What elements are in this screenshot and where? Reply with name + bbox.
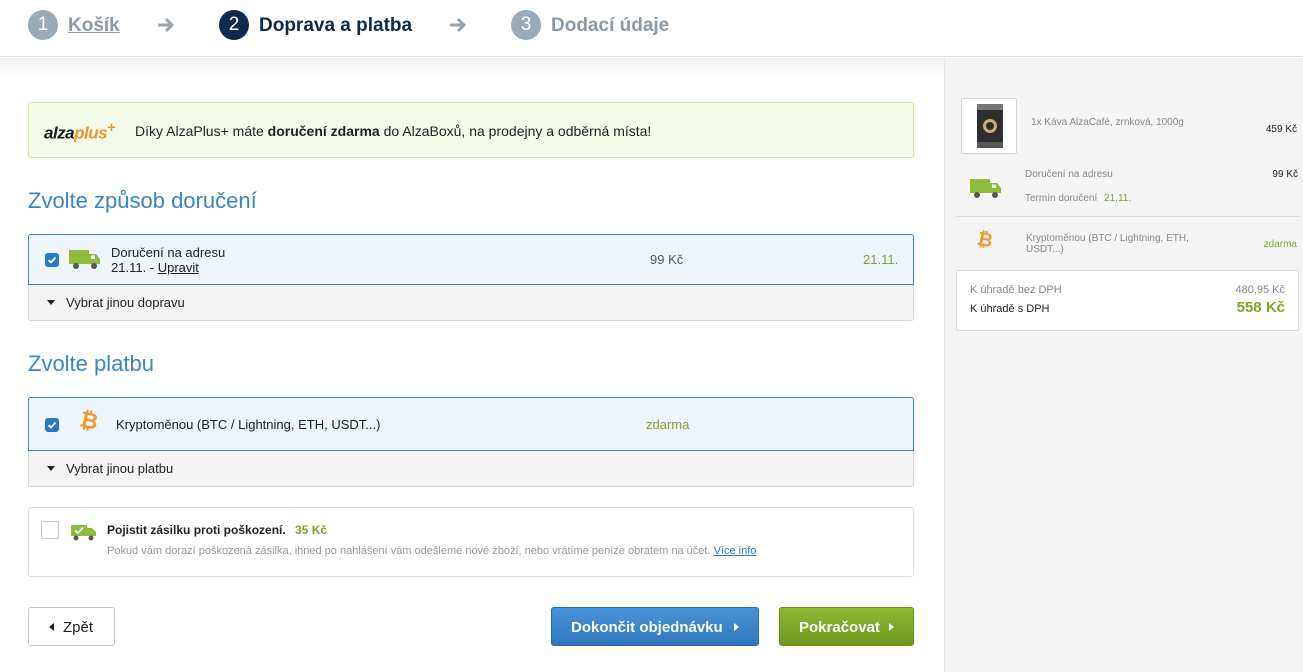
step-2-label: Doprava a platba <box>259 15 413 36</box>
checkout-steps: 1 Košík 2 Doprava a platba 3 Dodací údaj… <box>0 0 1303 57</box>
summary-totals: K úhradě bez DPH 480,95 Kč K úhradě s DP… <box>956 270 1299 331</box>
other-payment-toggle[interactable]: Vybrat jinou platbu <box>28 451 914 487</box>
insurance-price: 35 Kč <box>295 523 328 537</box>
insurance-option: Pojistit zásilku proti poškození. 35 Kč … <box>28 507 914 577</box>
insurance-description-row: Pokud vám dorazí poškozená zásilka, ihne… <box>107 545 756 557</box>
delivery-title: Zvolte způsob doručení <box>28 188 257 213</box>
alzaplus-banner: alzaplus+ alzaplus + Díky AlzaPlus+ máte… <box>28 102 914 158</box>
alzaplus-message: Díky AlzaPlus+ máte doručení zdarma do A… <box>135 123 652 139</box>
payment-option-name: Kryptoměnou (BTC / Lightning, ETH, USDT.… <box>116 417 381 432</box>
delivery-checkbox[interactable] <box>45 253 59 267</box>
insurance-checkbox[interactable] <box>41 521 59 539</box>
finish-order-label: Dokončit objednávku <box>571 619 723 636</box>
insurance-title: Pojistit zásilku proti poškození. <box>107 523 286 537</box>
other-delivery-toggle[interactable]: Vybrat jinou dopravu <box>28 285 914 321</box>
main-top-shade <box>0 58 944 78</box>
total-with-vat-label: K úhradě s DPH <box>970 303 1050 315</box>
step-3-label: Dodací údaje <box>551 15 670 36</box>
coffee-can-image <box>977 104 1003 148</box>
caret-right-icon <box>734 623 739 631</box>
payment-option-price: zdarma <box>646 417 690 432</box>
caret-down-icon <box>47 300 55 305</box>
summary-delivery-price: 99 Kč <box>1272 169 1298 180</box>
delivery-edit-link[interactable]: Upravit <box>158 260 199 275</box>
finish-order-button[interactable]: Dokončit objednávku <box>551 607 759 646</box>
delivery-option-name: Doručení na adresu <box>111 245 226 260</box>
arrow-right-icon <box>158 17 175 33</box>
delivery-option-price: 99 Kč <box>650 252 684 267</box>
summary-payment-name: Kryptoměnou (BTC / Lightning, ETH, USDT.… <box>1026 233 1189 255</box>
insurance-more-info-link[interactable]: Více info <box>714 545 757 557</box>
delivery-option-date: 21.11. - Upravit <box>111 260 199 275</box>
summary-delivery-term: Termín doručení 21.11. <box>1025 193 1132 204</box>
insurance-description: Pokud vám dorazí poškozená zásilka, ihne… <box>107 545 711 557</box>
caret-right-icon <box>889 623 894 631</box>
payment-checkbox[interactable] <box>45 418 59 432</box>
alzaplus-logo: alzaplus+ <box>44 119 115 143</box>
caret-down-icon <box>47 466 55 471</box>
summary-divider <box>956 216 1299 217</box>
delivery-truck-icon <box>69 250 100 269</box>
back-button[interactable]: Zpět <box>28 607 115 646</box>
summary-product-price: 459 Kč <box>1265 124 1297 135</box>
shield-truck-icon <box>71 525 96 541</box>
total-without-vat-label: K úhradě bez DPH <box>970 284 1062 296</box>
other-payment-label: Vybrat jinou platbu <box>66 461 174 476</box>
total-with-vat-value: 558 Kč <box>1236 299 1285 316</box>
bitcoin-icon: ₿ <box>975 228 995 253</box>
back-button-label: Zpět <box>63 619 94 636</box>
delivery-option-term: 21.11. <box>863 252 899 267</box>
summary-delivery-name: Doručení na adresu <box>1025 169 1113 180</box>
continue-button[interactable]: Pokračovat <box>779 607 914 646</box>
step-1-link[interactable]: Košík <box>68 15 120 37</box>
summary-product-name: 1x Káva AlzaCafé, zrnková, 1000g <box>1031 117 1184 128</box>
step-3-number: 3 <box>511 10 541 40</box>
delivery-option-selected[interactable]: Doručení na adresu 21.11. - Upravit 99 K… <box>28 234 914 285</box>
step-1-number: 1 <box>28 10 58 40</box>
order-summary: 1x Káva AlzaCafé, zrnková, 1000g 459 Kč … <box>944 58 1303 672</box>
insurance-title-row: Pojistit zásilku proti poškození. 35 Kč <box>107 523 327 537</box>
bitcoin-icon: ₿ <box>77 406 101 435</box>
payment-option-selected[interactable]: ₿ Kryptoměnou (BTC / Lightning, ETH, USD… <box>28 397 914 451</box>
total-without-vat-value: 480,95 Kč <box>1235 284 1285 296</box>
arrow-right-icon <box>450 17 467 33</box>
step-2-number: 2 <box>219 10 249 40</box>
summary-payment-price: zdarma <box>1263 239 1297 250</box>
other-delivery-label: Vybrat jinou dopravu <box>66 295 185 310</box>
product-thumbnail[interactable] <box>961 98 1017 154</box>
caret-left-icon <box>49 623 54 631</box>
continue-label: Pokračovat <box>799 619 880 636</box>
delivery-truck-icon <box>970 179 1001 198</box>
payment-title: Zvolte platbu <box>28 351 154 376</box>
